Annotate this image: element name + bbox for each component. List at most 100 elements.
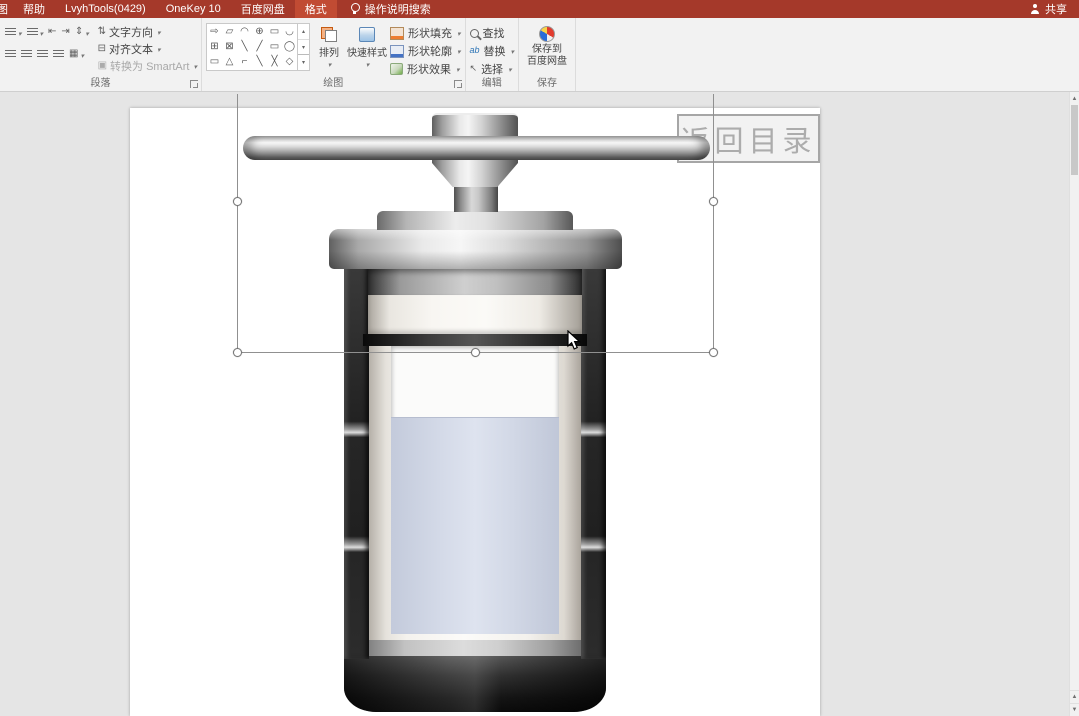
powerpoint-window: 图 帮助 LvyhTools(0429) OneKey 10 百度网盘 格式 操… [0,0,1079,716]
shape-cell[interactable]: ⌐ [237,54,252,69]
menu-tab-lvyhtools[interactable]: LvyhTools(0429) [55,0,156,18]
text-direction-button[interactable]: 文字方向 [98,23,197,40]
align-right-button[interactable] [36,49,49,60]
menu-tab-help[interactable]: 帮助 [13,0,55,18]
quick-styles-icon [359,26,375,42]
scroll-up-button[interactable] [1070,92,1079,105]
mouse-cursor-icon [567,330,581,350]
save-to-baidu-netdisk-button[interactable]: 保存到 百度网盘 [523,23,571,68]
shapes-scroll-up-button[interactable] [298,24,309,39]
dropdown-caret-icon [192,60,197,72]
next-slide-button[interactable] [1070,703,1079,716]
shape-fill-button[interactable]: 形状填充 [390,25,461,41]
replace-label: 替换 [483,46,506,58]
selection-handle-bottom-center[interactable] [471,348,480,357]
shapes-scroll-down-button[interactable] [298,38,309,55]
vertical-scrollbar[interactable] [1069,92,1079,716]
convert-to-smartart-button[interactable]: 转换为 SmartArt [98,57,197,74]
menu-tab-onekey[interactable]: OneKey 10 [156,0,231,18]
paragraph-group-label: 段落 [90,78,111,89]
drawing-dialog-launcher[interactable] [453,80,462,88]
shape-cell[interactable]: ◇ [282,54,297,69]
numbering-button[interactable] [26,22,45,42]
dropdown-caret-icon [79,45,84,63]
shape-cell[interactable]: ⊞ [207,39,222,54]
shape-cell[interactable]: ▭ [267,24,282,39]
align-text-button[interactable]: 对齐文本 [98,40,197,57]
shape-cell[interactable]: ⊕ [252,24,267,39]
arrange-icon [321,26,337,42]
autoclave-screw-taper [432,163,518,187]
columns-button[interactable] [68,44,85,64]
find-button[interactable]: 查找 [469,25,515,41]
previous-slide-button[interactable] [1070,690,1079,703]
dropdown-caret-icon [456,45,461,57]
quick-styles-button[interactable]: 快速样式 [347,23,387,77]
menu-tab-partial[interactable]: 图 [0,0,13,18]
decrease-indent-button[interactable] [47,26,57,38]
paragraph-dialog-launcher[interactable] [190,80,198,88]
save-label-line2: 百度网盘 [527,56,568,67]
increase-indent-button[interactable] [60,26,70,38]
align-left-button[interactable] [4,49,17,60]
increase-indent-icon [61,27,69,37]
selection-handle-mid-left[interactable] [233,197,242,206]
shape-outline-button[interactable]: 形状轮廓 [390,43,461,59]
shape-cell[interactable]: ▱ [222,24,237,39]
autoclave-lid-cap [329,229,622,269]
selection-border-right [713,94,714,353]
bullets-icon [5,27,16,37]
shape-cell[interactable]: ⊠ [222,39,237,54]
align-center-button[interactable] [20,49,33,60]
shape-cell[interactable]: ╲ [237,39,252,54]
shape-cell[interactable]: ╱ [252,39,267,54]
shape-cell[interactable]: ◠ [237,24,252,39]
shapes-more-button[interactable] [298,54,309,70]
tellme-search[interactable]: 操作说明搜索 [350,0,431,18]
bullets-button[interactable] [4,22,23,42]
text-direction-icon [98,27,106,37]
arrange-button[interactable]: 排列 [310,23,348,77]
tellme-label: 操作说明搜索 [364,4,431,16]
justify-button[interactable] [52,49,65,60]
shape-cell[interactable]: ⇨ [207,24,222,39]
save-label-line1: 保存到 [532,44,563,55]
shape-cell[interactable]: ◯ [282,39,297,54]
ribbon-group-editing: 查找 替换 选择 编辑 [466,18,520,91]
autoclave-handle-bar [243,136,710,160]
shape-cell[interactable]: ╲ [252,54,267,69]
shape-cell[interactable]: ▭ [207,54,222,69]
ribbon-group-drawing: ⇨ ▱ ◠ ⊕ ▭ ◡ ⊞ ⊠ ╲ ╱ ▭ ◯ ▭ △ ⌐ ╲ ╳ ◇ ▴ ▾ … [202,18,466,91]
baidu-netdisk-icon [539,26,556,42]
align-left-icon [5,49,16,59]
drawing-group-label: 绘图 [323,78,344,89]
autoclave-lid-step [377,211,573,230]
shape-cell[interactable]: ▭ [267,39,282,54]
dropdown-caret-icon [327,59,332,70]
menu-tab-baidu-netdisk[interactable]: 百度网盘 [231,0,295,18]
scroll-thumb[interactable] [1071,105,1078,175]
share-button[interactable]: 共享 [1018,0,1079,18]
shape-cell[interactable]: ╳ [267,54,282,69]
line-spacing-button[interactable] [74,22,90,42]
decrease-indent-icon [48,27,56,37]
shape-cell[interactable]: ◡ [282,24,297,39]
selection-handle-bottom-left[interactable] [233,348,242,357]
align-text-label: 对齐文本 [108,43,153,56]
line-spacing-icon [75,27,83,37]
justify-icon [53,49,64,59]
selection-border-left [237,94,238,353]
shapes-gallery: ⇨ ▱ ◠ ⊕ ▭ ◡ ⊞ ⊠ ╲ ╱ ▭ ◯ ▭ △ ⌐ ╲ ╳ ◇ ▴ ▾ … [206,23,310,71]
autoclave-shell-left [344,263,369,659]
save-group-label: 保存 [537,78,558,89]
replace-button[interactable]: 替换 [470,43,515,59]
paragraph-mini-buttons [4,23,98,74]
selection-handle-mid-right[interactable] [709,197,718,206]
autoclave-screw-shaft [454,186,498,212]
shape-cell[interactable]: △ [222,54,237,69]
find-icon [469,28,479,38]
person-icon [1030,4,1040,14]
selection-handle-bottom-right[interactable] [709,348,718,357]
dropdown-caret-icon [510,45,515,57]
menu-tab-format[interactable]: 格式 [294,0,337,18]
